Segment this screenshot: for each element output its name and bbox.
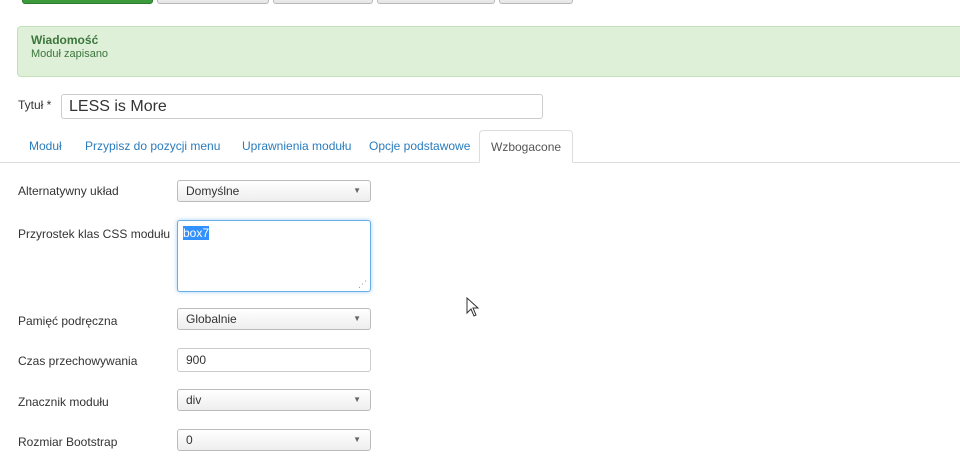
tab-basic-options[interactable]: Opcje podstawowe: [358, 130, 481, 163]
module-tag-select-value: div: [186, 393, 202, 407]
tab-advanced[interactable]: Wzbogacone: [479, 130, 574, 163]
cache-select-value: Globalnie: [186, 312, 237, 326]
cache-label: Pamięć podręczna: [18, 314, 118, 328]
bootstrap-size-label: Rozmiar Bootstrap: [18, 435, 118, 449]
layout-select-value: Domyślne: [186, 184, 240, 198]
chevron-down-icon: ▼: [353, 314, 361, 323]
title-label: Tytuł *: [18, 98, 52, 112]
mouse-pointer-icon: [466, 297, 480, 317]
system-message: Wiadomość Moduł zapisano: [17, 26, 960, 77]
message-text: Moduł zapisano: [31, 48, 109, 60]
layout-label: Alternatywny układ: [18, 184, 119, 198]
close-button[interactable]: [499, 0, 573, 4]
layout-select[interactable]: Domyślne ▼: [177, 180, 371, 202]
css-suffix-textarea[interactable]: box7 ⋰: [177, 220, 371, 292]
module-edit-page: Wiadomość Moduł zapisano Tytuł * Moduł P…: [0, 0, 960, 464]
cache-time-input[interactable]: 900: [177, 348, 371, 372]
module-tag-select[interactable]: div ▼: [177, 389, 371, 411]
title-input[interactable]: [61, 94, 543, 119]
message-title: Wiadomość: [31, 33, 99, 47]
tab-permissions[interactable]: Uprawnienia modułu: [231, 130, 362, 163]
chevron-down-icon: ▼: [353, 186, 361, 195]
save-copy-button[interactable]: [377, 0, 495, 4]
css-suffix-label: Przyrostek klas CSS modułu: [18, 227, 171, 241]
css-suffix-value: box7: [183, 226, 210, 240]
module-tag-label: Znacznik modułu: [18, 395, 109, 409]
save-new-button[interactable]: [273, 0, 373, 4]
resize-grip-icon[interactable]: ⋰: [358, 280, 367, 289]
bootstrap-size-select-value: 0: [186, 433, 193, 447]
save-button[interactable]: [22, 0, 153, 4]
tab-bar: Moduł Przypisz do pozycji menu Uprawnien…: [0, 130, 960, 163]
bootstrap-size-select[interactable]: 0 ▼: [177, 429, 371, 451]
chevron-down-icon: ▼: [353, 395, 361, 404]
chevron-down-icon: ▼: [353, 435, 361, 444]
cache-select[interactable]: Globalnie ▼: [177, 308, 371, 330]
cache-time-label: Czas przechowywania: [18, 354, 138, 368]
tab-menu-assignment[interactable]: Przypisz do pozycji menu: [74, 130, 231, 163]
save-close-button[interactable]: [157, 0, 269, 4]
tab-module[interactable]: Moduł: [18, 130, 73, 163]
